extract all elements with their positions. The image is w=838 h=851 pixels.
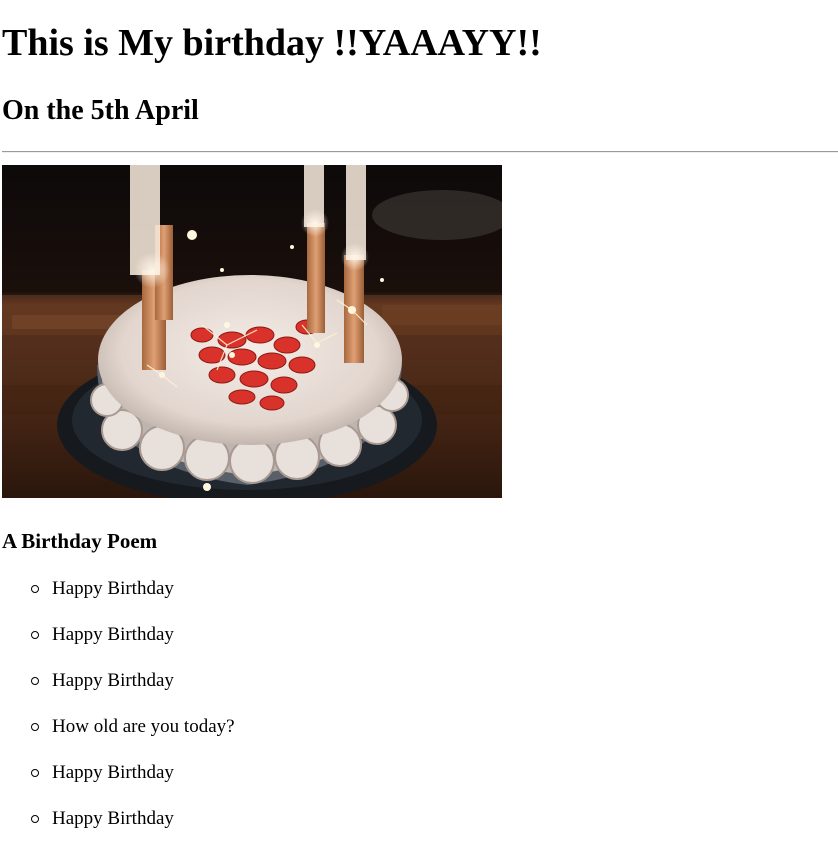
circle-bullet-icon	[31, 585, 39, 593]
poem-line-text: Happy Birthday	[52, 670, 174, 691]
poem-line-text: Happy Birthday	[52, 808, 174, 829]
poem-line: Happy Birthday	[2, 668, 235, 714]
poem-list: Happy Birthday Happy Birthday Happy Birt…	[2, 576, 235, 851]
circle-bullet-icon	[31, 769, 39, 777]
poem-line: Happy Birthday	[2, 806, 235, 851]
birthday-cake-image	[2, 165, 502, 498]
circle-bullet-icon	[31, 677, 39, 685]
poem-line-text: Happy Birthday	[52, 624, 174, 645]
circle-bullet-icon	[31, 631, 39, 639]
horizontal-divider	[2, 151, 838, 153]
poem-heading: A Birthday Poem	[2, 529, 158, 553]
poem-line-text: How old are you today?	[52, 716, 235, 737]
circle-bullet-icon	[31, 723, 39, 731]
poem-line: Happy Birthday	[2, 622, 235, 668]
circle-bullet-icon	[31, 815, 39, 823]
page-title: This is My birthday !!YAAAYY!!	[2, 22, 542, 64]
poem-line-text: Happy Birthday	[52, 578, 174, 599]
page-subtitle: On the 5th April	[2, 95, 199, 126]
poem-line: Happy Birthday	[2, 760, 235, 806]
poem-line-text: Happy Birthday	[52, 762, 174, 783]
poem-line: How old are you today?	[2, 714, 235, 760]
poem-line: Happy Birthday	[2, 576, 235, 622]
